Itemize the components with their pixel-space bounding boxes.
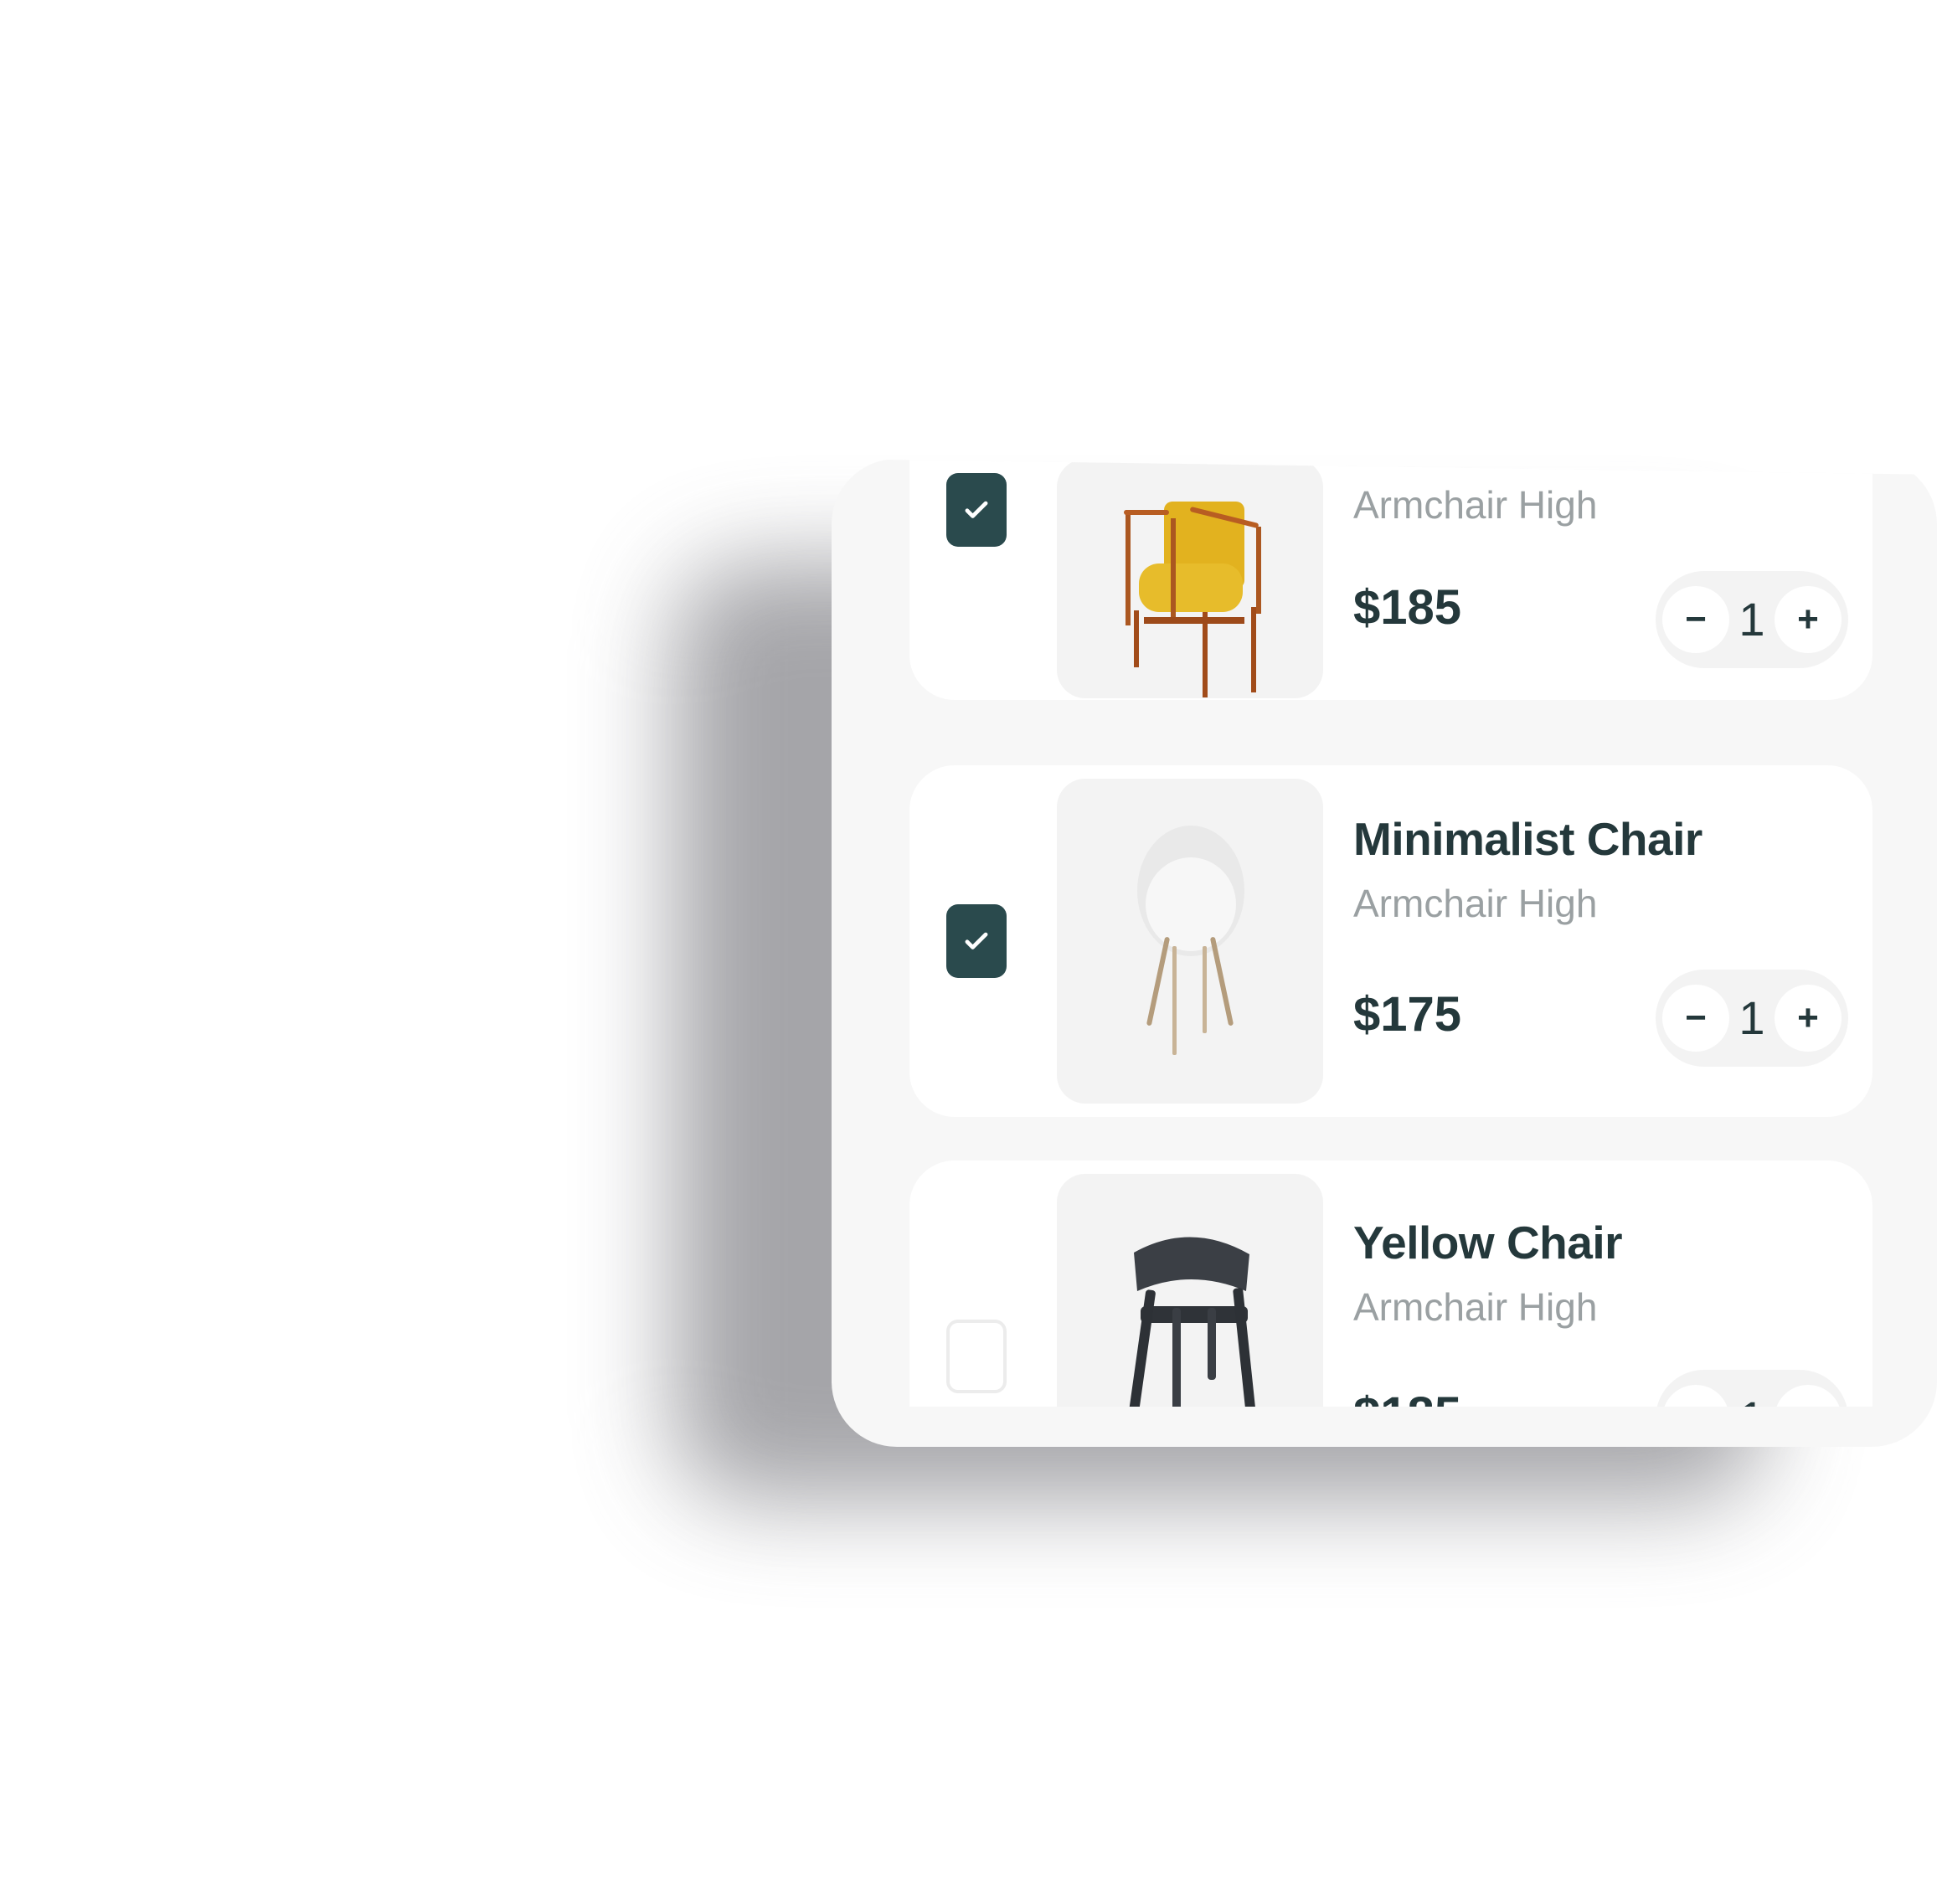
product-image-2 <box>1057 779 1323 1104</box>
plus-icon: + <box>1797 1397 1819 1407</box>
item-title-2: Minimalist Chair <box>1353 813 1702 865</box>
increment-button[interactable]: + <box>1775 985 1842 1052</box>
item-title-3: Yellow Chair <box>1353 1217 1623 1268</box>
item-subtitle-3: Armchair High <box>1353 1285 1598 1329</box>
quantity-stepper-2[interactable]: − 1 + <box>1656 970 1848 1067</box>
plus-icon: + <box>1797 599 1819 640</box>
item-subtitle-2: Armchair High <box>1353 882 1598 925</box>
cart-item-3: Yellow Chair Armchair High $185 − 1 + <box>909 1160 1872 1407</box>
product-image-3 <box>1057 1174 1323 1407</box>
item-price-1: $185 <box>1353 580 1462 635</box>
item-checkbox-2[interactable] <box>946 904 1007 978</box>
item-checkbox-3[interactable] <box>946 1320 1007 1393</box>
plus-icon: + <box>1797 997 1819 1038</box>
check-icon <box>965 932 988 949</box>
increment-button[interactable]: + <box>1775 586 1842 653</box>
cart-scroll-area[interactable]: Armchair High $185 − 1 + Minimalist Chai… <box>832 459 1937 1407</box>
armchair-image <box>1124 502 1261 697</box>
black-chair-image <box>1129 1237 1256 1407</box>
item-checkbox-1[interactable] <box>946 473 1007 547</box>
cart-item-2: Minimalist Chair Armchair High $175 − 1 … <box>909 765 1872 1117</box>
cart-item-1: Armchair High $185 − 1 + <box>909 459 1872 700</box>
item-price-3: $185 <box>1353 1387 1461 1407</box>
quantity-stepper-1[interactable]: − 1 + <box>1656 571 1848 668</box>
item-price-2: $175 <box>1353 987 1462 1042</box>
check-icon <box>965 501 988 518</box>
product-image-1 <box>1057 459 1323 698</box>
item-subtitle-1: Armchair High <box>1353 483 1598 527</box>
quantity-stepper-3[interactable]: − 1 + <box>1656 1370 1848 1407</box>
minimalist-chair-image <box>1137 826 1244 1055</box>
cart-panel: Armchair High $185 − 1 + Minimalist Chai… <box>832 459 1937 1447</box>
